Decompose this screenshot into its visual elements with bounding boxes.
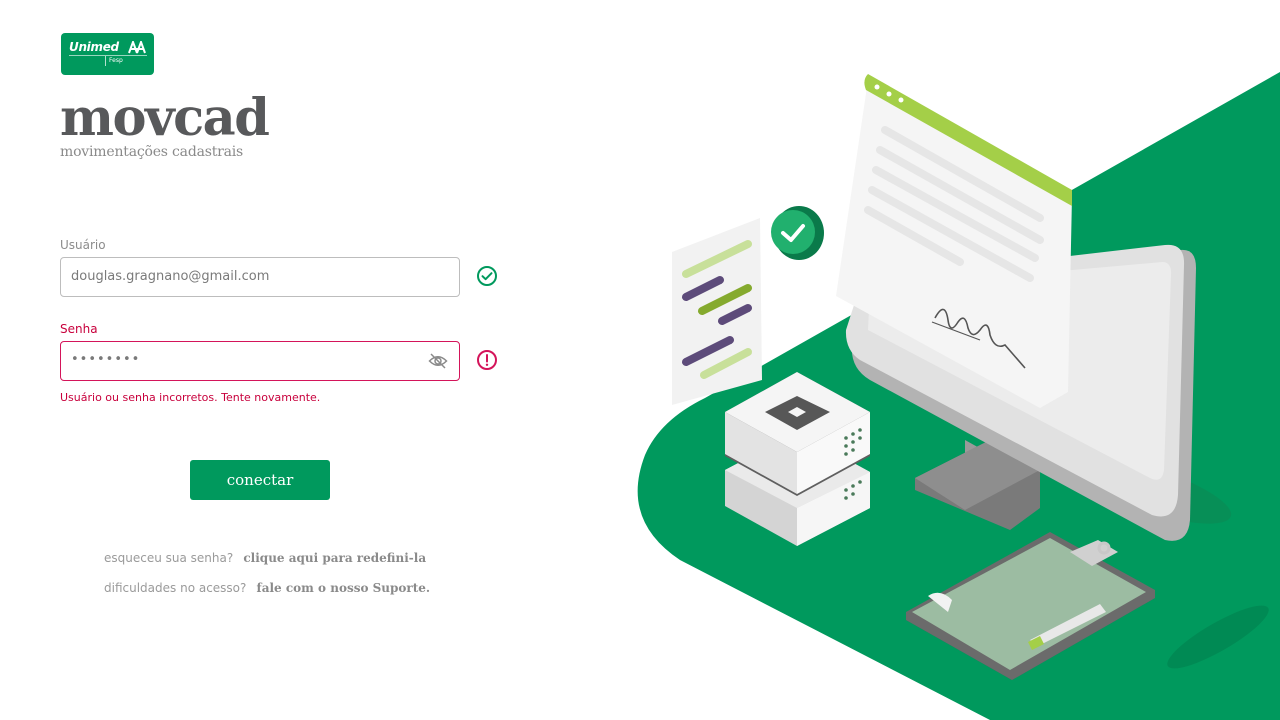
logo-brand-text: Unimed: [69, 40, 119, 54]
unimed-logo: Unimed Fesp: [61, 33, 154, 75]
support-row: dificuldades no acesso? fale com o nosso…: [104, 581, 430, 596]
username-value[interactable]: douglas.gragnano@gmail.com: [71, 269, 269, 284]
forgot-password-row: esqueceu sua senha? clique aqui para red…: [104, 551, 426, 566]
password-field[interactable]: ••••••••: [60, 341, 460, 381]
app-tagline: movimentações cadastrais: [60, 144, 244, 160]
alert-circle-icon: [477, 350, 497, 370]
username-label: Usuário: [60, 238, 106, 252]
check-circle-icon: [477, 266, 497, 286]
eye-off-icon[interactable]: [428, 352, 448, 370]
forgot-password-question: esqueceu sua senha?: [104, 551, 234, 565]
support-question: dificuldades no acesso?: [104, 581, 247, 595]
password-value[interactable]: ••••••••: [71, 352, 140, 367]
logo-region-text: Fesp: [109, 57, 123, 64]
app-title: movcad: [60, 88, 270, 148]
password-label: Senha: [60, 322, 98, 336]
unimed-tree-icon: [128, 41, 146, 54]
logo-divider-vertical: [105, 56, 106, 66]
logo-divider: [69, 55, 147, 56]
username-field[interactable]: douglas.gragnano@gmail.com: [60, 257, 460, 297]
reset-password-link[interactable]: clique aqui para redefini-la: [243, 551, 426, 565]
connect-button[interactable]: conectar: [190, 460, 330, 500]
login-error-message: Usuário ou senha incorretos. Tente novam…: [60, 391, 321, 404]
support-link[interactable]: fale com o nosso Suporte.: [257, 581, 431, 595]
